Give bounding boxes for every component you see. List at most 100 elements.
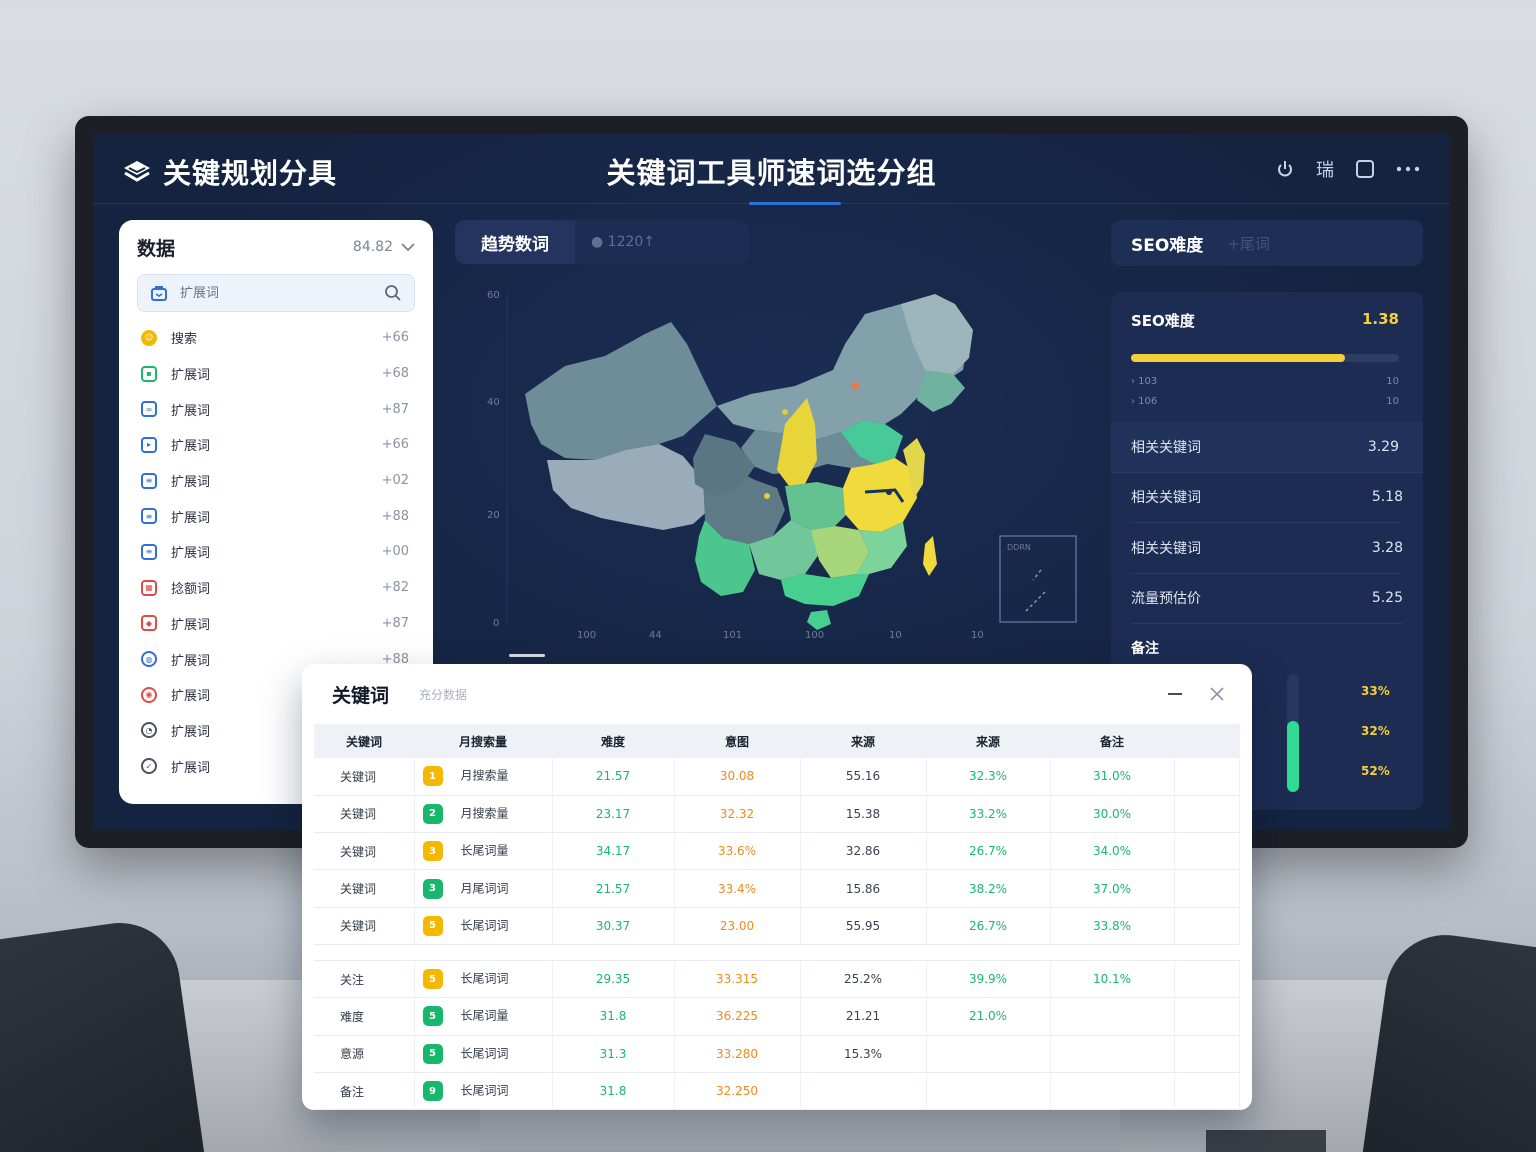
cell-intent: 33.6% (674, 832, 801, 871)
tab-longtail[interactable]: +尾词 (1227, 233, 1270, 254)
percent-value: 52% (1361, 764, 1390, 778)
seo-score: 1.38 (1361, 310, 1399, 328)
table-row[interactable]: 意源 5 长尾词词 31.3 33.280 15.3% (314, 1035, 1240, 1073)
list-item[interactable]: ≡ 扩展词 +88 (137, 498, 415, 534)
table-row[interactable]: 关键词 1 月搜索量 21.57 30.08 55.16 32.3% 31.0% (314, 758, 1240, 796)
column-header[interactable]: 意图 (674, 724, 800, 758)
legend-right: 10 (1386, 376, 1399, 387)
rank-badge: 5 (422, 1043, 443, 1064)
seo-metric-row[interactable]: 流量预估价 5.25 (1131, 574, 1403, 624)
cell-spacer (1174, 1035, 1240, 1073)
legend-right: 10 (1386, 396, 1399, 407)
cell-notes: 37.0% (1050, 869, 1175, 908)
title-underline (749, 202, 841, 205)
app-header: 关键规划分具 关键词工具师速词选分组 瑞 (93, 134, 1450, 205)
link-icon: ∞ (141, 401, 157, 418)
cell-difficulty: 21.57 (552, 758, 675, 796)
cell-spacer (1174, 832, 1240, 871)
list-item[interactable]: ▸ 扩展词 +66 (137, 427, 415, 463)
metric-label: 相关关键词 (1131, 439, 1201, 456)
x-axis: 100 44 101 100 10 10 (577, 630, 984, 641)
seo-metric-row[interactable]: 相关关键词 3.28 (1131, 523, 1403, 574)
cell-keyword: 难度 (314, 997, 415, 1036)
list-item-label: 扩展词 (171, 403, 211, 419)
target-icon: ◉ (141, 686, 157, 703)
cell-spacer (1174, 960, 1240, 999)
smile-icon: ☺ (141, 329, 157, 346)
cell-source: 55.95 (800, 907, 927, 945)
carousel-indicator[interactable] (509, 654, 545, 657)
panel-selector[interactable]: 84.82 (353, 239, 415, 255)
column-header[interactable]: 来源 (800, 724, 926, 758)
table-row[interactable]: 关键词 3 月尾词词 21.57 33.4% 15.86 38.2% 37.0% (314, 869, 1240, 908)
list-item[interactable]: ≡ 扩展词 +02 (137, 463, 415, 499)
rank-badge: 5 (422, 915, 443, 936)
minimize-icon[interactable] (1168, 693, 1182, 695)
x-tick-label: 10 (889, 630, 902, 641)
column-header[interactable]: 备注 (1050, 724, 1174, 758)
close-icon[interactable] (1210, 687, 1224, 701)
cell-keyword: 关键词 (314, 832, 415, 871)
cell-source-2 (926, 1072, 1051, 1110)
table-row[interactable]: 关键词 3 长尾词量 34.17 33.6% 32.86 26.7% 34.0% (314, 832, 1240, 871)
notes-level-bar (1287, 674, 1299, 792)
tab-trend[interactable]: 趋势数词 (455, 220, 575, 264)
y-tick-label: 40 (487, 397, 500, 408)
column-header[interactable]: 来源 (926, 724, 1050, 758)
table-row[interactable]: 关键词 2 月搜索量 23.17 32.32 15.38 33.2% 30.0% (314, 795, 1240, 834)
table-row[interactable]: 难度 5 长尾词量 31.8 36.225 21.21 21.0% (314, 997, 1240, 1036)
cell-type-label: 长尾词量 (460, 843, 509, 858)
keyword-table-window: 关键词 充分数据 关键词 月搜索量 难度 意图 来源 来源 备注 关键词 1 月搜索… (302, 664, 1252, 1110)
cell-difficulty: 34.17 (552, 832, 675, 871)
globe-icon: ◍ (141, 651, 157, 668)
list-item[interactable]: ▦ 捻额词 +82 (137, 570, 415, 606)
list-item[interactable]: ☺ 搜索 +66 (137, 320, 415, 356)
tab-seo[interactable]: SEO难度 (1131, 231, 1203, 256)
cell-type: 5 长尾词词 (414, 960, 553, 999)
table-row[interactable]: 关键词 5 长尾词词 30.37 23.00 55.95 26.7% 33.8% (314, 907, 1240, 945)
cell-keyword: 关注 (314, 960, 415, 999)
seo-metric-row[interactable]: 相关关键词 5.18 (1131, 473, 1403, 523)
tag-icon: ◆ (141, 615, 157, 632)
window-header: 关键词 充分数据 (314, 664, 1240, 724)
list-item[interactable]: ≡ 扩展词 +00 (137, 534, 415, 570)
cell-intent: 32.250 (674, 1072, 801, 1110)
column-header[interactable]: 难度 (552, 724, 674, 758)
chair-right (1359, 927, 1536, 1152)
cell-source-2 (926, 1035, 1051, 1073)
cell-source-2: 26.7% (926, 832, 1051, 871)
table-row[interactable]: 关注 5 长尾词词 29.35 33.315 25.2% 39.9% 10.1% (314, 960, 1240, 999)
cell-intent: 36.225 (674, 997, 801, 1036)
x-tick-label: 10 (971, 630, 984, 641)
cell-source-2: 32.3% (926, 758, 1051, 796)
list-item[interactable]: ∞ 扩展词 +87 (137, 391, 415, 427)
cell-intent: 32.32 (674, 795, 801, 834)
cell-type: 3 月尾词词 (414, 869, 553, 908)
more-icon[interactable] (1396, 166, 1420, 172)
legend-left: › 106 (1131, 396, 1158, 407)
seo-metric-row[interactable]: 相关关键词 3.29 (1111, 422, 1423, 473)
rank-badge: 5 (422, 1006, 443, 1027)
search-input[interactable] (180, 285, 372, 301)
seo-card-title: SEO难度 (1131, 312, 1195, 330)
cell-type: 2 月搜索量 (414, 795, 553, 834)
window-icon[interactable] (1356, 160, 1374, 178)
list-item[interactable]: ◆ 扩展词 +87 (137, 606, 415, 642)
column-header[interactable]: 关键词 (314, 724, 414, 758)
header-text-button[interactable]: 瑞 (1316, 156, 1334, 182)
percent-value: 33% (1361, 684, 1390, 698)
share-icon[interactable] (1276, 159, 1294, 179)
column-header[interactable]: 月搜索量 (414, 724, 552, 758)
search-icon[interactable] (384, 284, 402, 302)
cell-type: 5 长尾词量 (414, 997, 553, 1036)
cell-notes: 10.1% (1050, 960, 1175, 999)
region-hainan (807, 610, 831, 630)
region-taiwan (923, 536, 937, 576)
list-item-label: 捻额词 (171, 582, 211, 598)
table-row[interactable]: 备注 9 长尾词词 31.8 32.250 (314, 1072, 1240, 1110)
cell-intent: 33.4% (674, 869, 801, 908)
list-item[interactable]: ▪ 扩展词 +68 (137, 356, 415, 392)
cell-difficulty: 30.37 (552, 907, 675, 945)
y-tick-label: 20 (487, 510, 500, 521)
chevron-down-icon (401, 242, 415, 251)
